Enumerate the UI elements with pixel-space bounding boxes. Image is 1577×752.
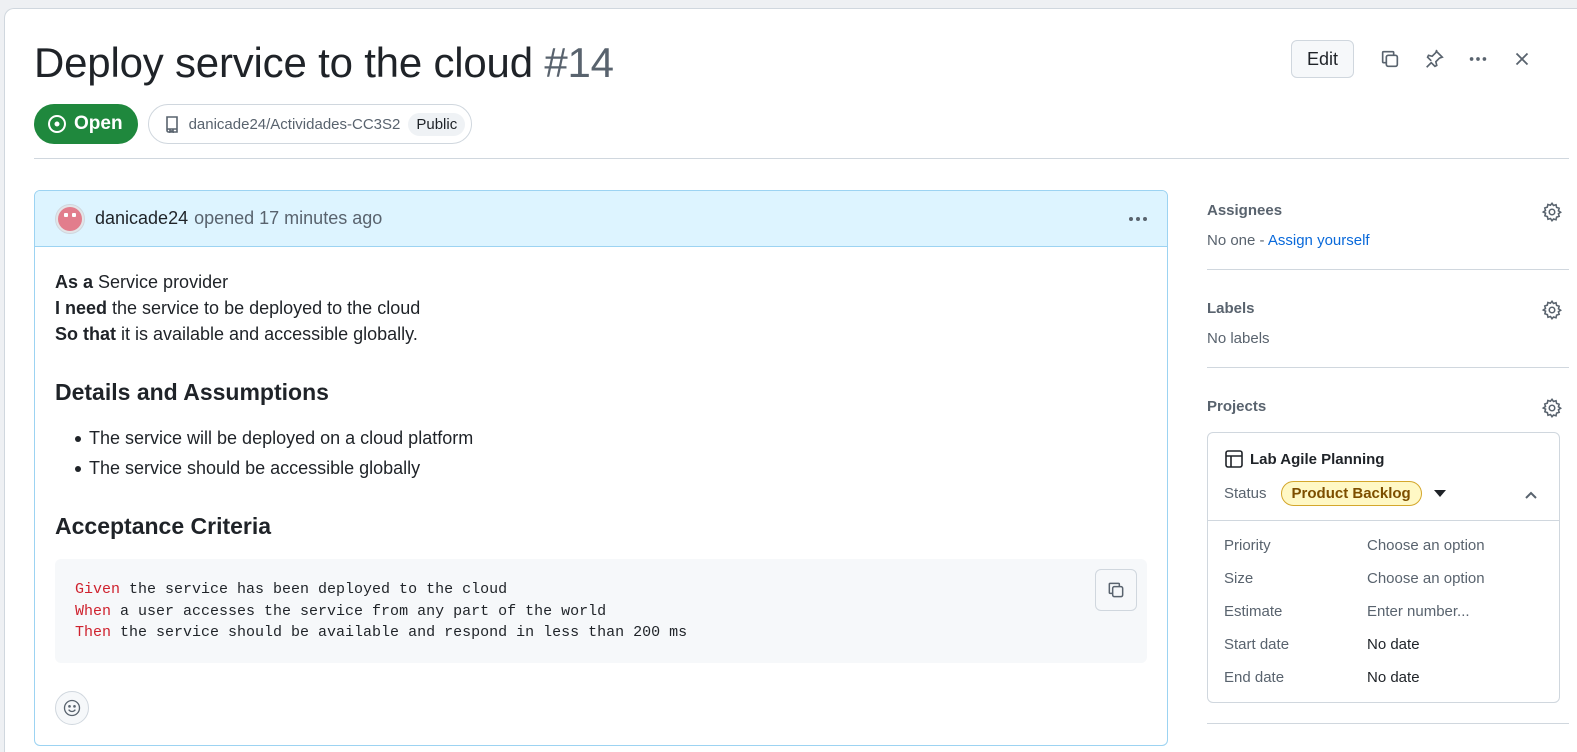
assign-yourself-link[interactable]: Assign yourself (1268, 232, 1370, 249)
repo-name: danicade24/Actividades-CC3S2 (188, 115, 401, 133)
assignees-title: Assignees (1207, 202, 1283, 219)
project-card: Lab Agile Planning Status Product Backlo… (1207, 432, 1560, 703)
story-line: I need the service to be deployed to the… (55, 298, 421, 318)
smiley-icon (63, 699, 81, 717)
issue-number: #14 (544, 39, 614, 86)
chevron-up-icon[interactable] (1523, 487, 1539, 503)
projects-title: Projects (1207, 398, 1267, 415)
state-label: Open (74, 113, 123, 134)
labels-title: Labels (1207, 300, 1255, 317)
assignees-section: Assignees No one - Assign yourself (1207, 190, 1569, 270)
caret-down-icon[interactable] (1433, 490, 1446, 497)
header-actions: Edit (1290, 40, 1544, 78)
visibility-badge: Public (408, 112, 466, 136)
field-row-size[interactable]: Size Choose an option (1224, 562, 1543, 595)
code-line: When a user accesses the service from an… (75, 602, 607, 620)
details-heading: Details and Assumptions (55, 379, 329, 405)
project-status-row: Status Product Backlog (1224, 481, 1543, 506)
repo-icon (165, 116, 178, 133)
projects-section: Projects Lab Agile Planning Status Produ… (1207, 386, 1569, 724)
labels-value: No labels (1207, 330, 1270, 347)
field-row-start-date[interactable]: Start date No date (1224, 628, 1543, 661)
gear-icon[interactable] (1541, 397, 1563, 419)
comment-author[interactable]: danicade24 (95, 208, 188, 229)
state-badge: Open (34, 104, 138, 144)
code-line: Given the service has been deployed to t… (75, 581, 508, 598)
comment-more-icon[interactable] (1125, 207, 1151, 231)
gear-icon[interactable] (1541, 299, 1563, 321)
gear-icon[interactable] (1541, 201, 1563, 223)
comment-meta[interactable]: opened 17 minutes ago (194, 208, 382, 229)
avatar[interactable] (55, 203, 85, 234)
details-list: The service will be deployed on a cloud … (75, 425, 1147, 481)
add-reaction-button[interactable] (55, 691, 89, 725)
comment-body: As a Service provider I need the service… (35, 247, 1167, 663)
issue-state-row: Open danicade24/Actividades-CC3S2 Public (34, 104, 473, 144)
issue-panel: Deploy service to the cloud #14 Edit Ope… (4, 8, 1577, 752)
edit-button[interactable]: Edit (1290, 40, 1354, 78)
labels-section: Labels No labels (1207, 288, 1569, 368)
field-row-priority[interactable]: Priority Choose an option (1224, 529, 1543, 562)
table-icon (1225, 450, 1243, 468)
list-item: The service should be accessible globall… (75, 455, 1147, 481)
issue-title: Deploy service to the cloud #14 (34, 39, 614, 87)
story-line: As a Service provider (55, 272, 229, 292)
project-name: Lab Agile Planning (1250, 450, 1385, 468)
issue-title-text: Deploy service to the cloud (34, 39, 533, 86)
acceptance-heading: Acceptance Criteria (55, 513, 272, 539)
copy-link-icon[interactable] (1368, 40, 1412, 78)
repo-pill[interactable]: danicade24/Actividades-CC3S2 Public (147, 104, 473, 144)
pin-icon[interactable] (1412, 40, 1456, 78)
header-divider (34, 158, 1569, 159)
status-badge[interactable]: Product Backlog (1280, 481, 1422, 506)
comment-header: danicade24 opened 17 minutes ago (35, 191, 1167, 247)
project-fields: Priority Choose an option Size Choose an… (1208, 521, 1559, 702)
story-line: So that it is available and accessible g… (55, 324, 418, 344)
code-line: Then the service should be available and… (75, 624, 688, 641)
status-label: Status (1224, 485, 1267, 502)
issue-open-icon (48, 115, 66, 133)
gherkin-code-block: Given the service has been deployed to t… (55, 559, 1147, 663)
copy-code-button[interactable] (1095, 569, 1137, 611)
list-item: The service will be deployed on a cloud … (75, 425, 1147, 451)
copy-icon (1108, 582, 1124, 598)
project-name-row[interactable]: Lab Agile Planning (1224, 449, 1543, 469)
issue-sidebar: Assignees No one - Assign yourself Label… (1207, 190, 1569, 742)
issue-body-comment: danicade24 opened 17 minutes ago As a Se… (34, 190, 1168, 746)
field-row-end-date[interactable]: End date No date (1224, 661, 1543, 694)
assignees-value: No one - Assign yourself (1207, 232, 1370, 249)
project-card-header: Lab Agile Planning Status Product Backlo… (1208, 433, 1559, 521)
field-row-estimate[interactable]: Estimate Enter number... (1224, 595, 1543, 628)
more-options-icon[interactable] (1456, 40, 1500, 78)
close-icon[interactable] (1500, 40, 1544, 78)
